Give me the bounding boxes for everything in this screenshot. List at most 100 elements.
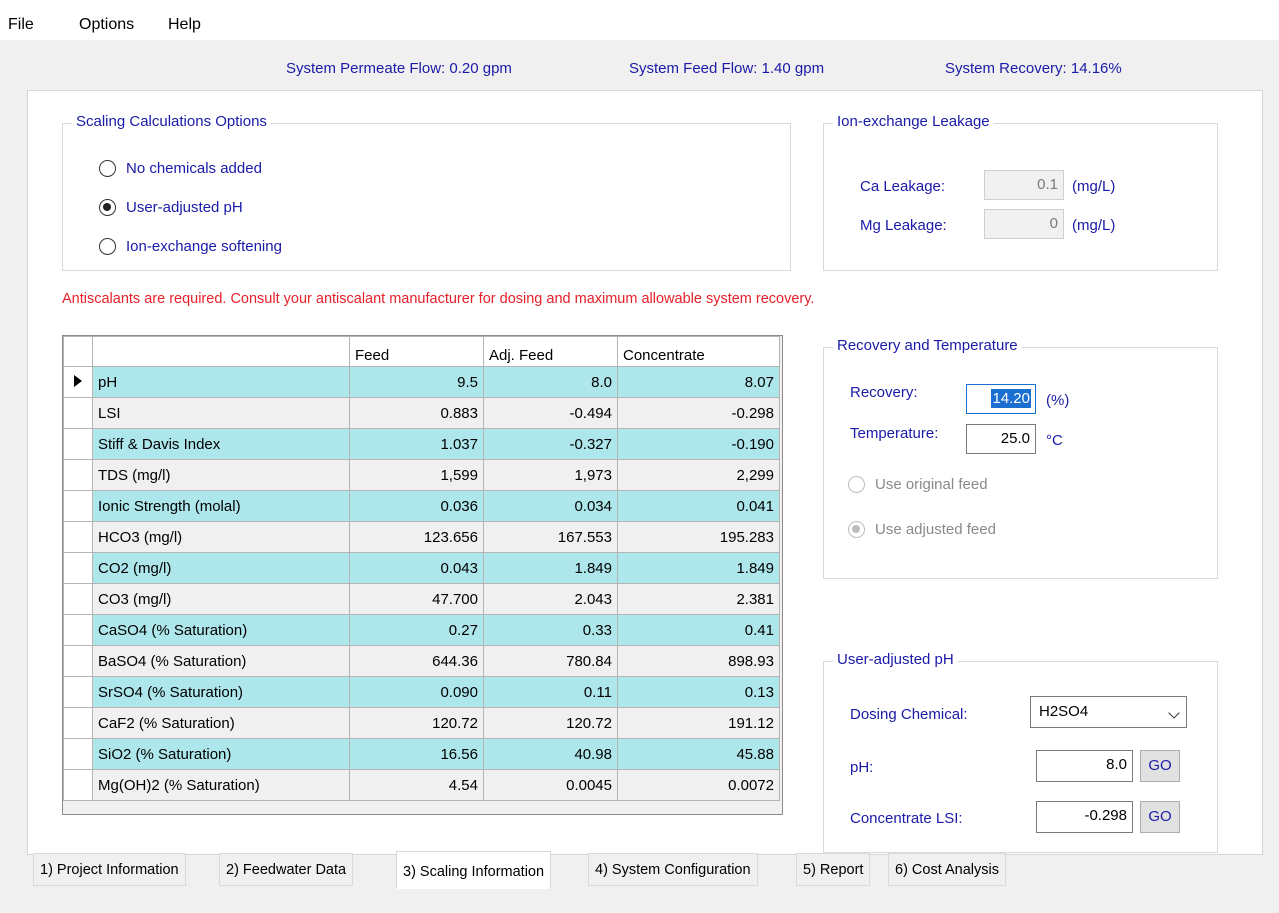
table-cell[interactable]: pH	[92, 366, 350, 398]
tab-feedwater-data[interactable]: 2) Feedwater Data	[219, 853, 354, 886]
radio-use-original-feed[interactable]: Use original feed	[848, 476, 988, 493]
table-cell[interactable]: 8.0	[483, 366, 618, 398]
table-cell[interactable]: 4.54	[349, 769, 484, 801]
table-cell[interactable]: 16.56	[349, 738, 484, 770]
table-row[interactable]: LSI 0.883 -0.494 -0.298	[63, 397, 780, 429]
table-row[interactable]: Ionic Strength (molal) 0.036 0.034 0.041	[63, 490, 780, 522]
dosing-chemical-select[interactable]: H2SO4	[1030, 696, 1187, 728]
table-cell[interactable]: 167.553	[483, 521, 618, 553]
ca-leakage-field[interactable]: 0.1	[984, 170, 1064, 200]
table-cell[interactable]: Ionic Strength (molal)	[92, 490, 350, 522]
table-row[interactable]: SiO2 (% Saturation) 16.56 40.98 45.88	[63, 738, 780, 770]
table-cell[interactable]: 195.283	[617, 521, 780, 553]
table-cell[interactable]: 2,299	[617, 459, 780, 491]
table-cell[interactable]: 8.07	[617, 366, 780, 398]
tab-report[interactable]: 5) Report	[796, 853, 871, 886]
table-cell[interactable]: CaSO4 (% Saturation)	[92, 614, 350, 646]
radio-ion-exchange[interactable]: Ion-exchange softening	[99, 238, 282, 255]
table-cell[interactable]: 0.043	[349, 552, 484, 584]
table-row[interactable]: SrSO4 (% Saturation) 0.090 0.11 0.13	[63, 676, 780, 708]
table-cell[interactable]: 1.037	[349, 428, 484, 460]
table-cell[interactable]: 0.041	[617, 490, 780, 522]
table-cell[interactable]: 45.88	[617, 738, 780, 770]
table-cell[interactable]: 0.034	[483, 490, 618, 522]
table-row[interactable]: pH 9.5 8.0 8.07	[63, 366, 780, 398]
table-cell[interactable]: 191.12	[617, 707, 780, 739]
mg-leakage-field[interactable]: 0	[984, 209, 1064, 239]
table-cell[interactable]: 0.33	[483, 614, 618, 646]
table-cell[interactable]: 898.93	[617, 645, 780, 677]
radio-no-chemicals[interactable]: No chemicals added	[99, 160, 262, 177]
table-cell[interactable]: 0.13	[617, 676, 780, 708]
table-cell[interactable]: 0.090	[349, 676, 484, 708]
table-cell[interactable]: 9.5	[349, 366, 484, 398]
table-cell[interactable]: 0.11	[483, 676, 618, 708]
table-cell[interactable]: Mg(OH)2 (% Saturation)	[92, 769, 350, 801]
table-cell[interactable]: TDS (mg/l)	[92, 459, 350, 491]
table-cell[interactable]: 1,599	[349, 459, 484, 491]
tab-scaling-information[interactable]: 3) Scaling Information	[396, 851, 552, 889]
radio-user-adjusted-ph[interactable]: User-adjusted pH	[99, 199, 243, 216]
menu-file[interactable]: File	[8, 16, 34, 34]
table-row[interactable]: TDS (mg/l) 1,599 1,973 2,299	[63, 459, 780, 491]
table-row[interactable]: Mg(OH)2 (% Saturation) 4.54 0.0045 0.007…	[63, 769, 780, 801]
table-row[interactable]: HCO3 (mg/l) 123.656 167.553 195.283	[63, 521, 780, 553]
table-cell[interactable]: -0.298	[617, 397, 780, 429]
tab-system-configuration[interactable]: 4) System Configuration	[588, 853, 758, 886]
table-cell[interactable]: -0.494	[483, 397, 618, 429]
table-cell[interactable]: CO2 (mg/l)	[92, 552, 350, 584]
table-cell[interactable]: 1,973	[483, 459, 618, 491]
table-cell[interactable]: 0.0045	[483, 769, 618, 801]
table-cell[interactable]: 1.849	[617, 552, 780, 584]
table-cell[interactable]: CaF2 (% Saturation)	[92, 707, 350, 739]
table-cell[interactable]: 120.72	[349, 707, 484, 739]
table-cell[interactable]: HCO3 (mg/l)	[92, 521, 350, 553]
table-cell[interactable]: LSI	[92, 397, 350, 429]
menu-options[interactable]: Options	[79, 16, 134, 34]
ph-input[interactable]: 8.0	[1036, 750, 1133, 782]
feed-flow-readout: System Feed Flow: 1.40 gpm	[629, 60, 825, 77]
table-row[interactable]: Stiff & Davis Index 1.037 -0.327 -0.190	[63, 428, 780, 460]
radio-use-adjusted-feed[interactable]: Use adjusted feed	[848, 521, 996, 538]
menu-help[interactable]: Help	[168, 16, 201, 34]
tab-cost-analysis[interactable]: 6) Cost Analysis	[888, 853, 1006, 886]
column-header-concentrate[interactable]: Concentrate	[617, 336, 780, 367]
table-cell[interactable]: 2.381	[617, 583, 780, 615]
table-cell[interactable]: CO3 (mg/l)	[92, 583, 350, 615]
permeate-flow-readout: System Permeate Flow: 0.20 gpm	[286, 60, 512, 77]
table-cell[interactable]: -0.190	[617, 428, 780, 460]
recovery-input[interactable]: 14.20	[966, 384, 1036, 414]
table-cell[interactable]: 0.41	[617, 614, 780, 646]
lsi-go-button[interactable]: GO	[1140, 801, 1180, 833]
table-row[interactable]: CaF2 (% Saturation) 120.72 120.72 191.12	[63, 707, 780, 739]
table-cell[interactable]: 1.849	[483, 552, 618, 584]
temperature-input[interactable]: 25.0	[966, 424, 1036, 454]
table-cell[interactable]: 0.27	[349, 614, 484, 646]
table-cell[interactable]: 123.656	[349, 521, 484, 553]
table-row[interactable]: CO3 (mg/l) 47.700 2.043 2.381	[63, 583, 780, 615]
table-cell[interactable]: 0.0072	[617, 769, 780, 801]
ph-label: pH:	[850, 759, 874, 776]
table-cell[interactable]: 0.883	[349, 397, 484, 429]
tab-project-information[interactable]: 1) Project Information	[33, 853, 186, 886]
column-header-feed[interactable]: Feed	[349, 336, 484, 367]
column-header-adj-feed[interactable]: Adj. Feed	[483, 336, 618, 367]
table-cell[interactable]: Stiff & Davis Index	[92, 428, 350, 460]
table-row[interactable]: CaSO4 (% Saturation) 0.27 0.33 0.41	[63, 614, 780, 646]
concentrate-lsi-input[interactable]: -0.298	[1036, 801, 1133, 833]
table-cell[interactable]: 40.98	[483, 738, 618, 770]
table-cell[interactable]: -0.327	[483, 428, 618, 460]
table-cell[interactable]: 2.043	[483, 583, 618, 615]
table-row[interactable]: CO2 (mg/l) 0.043 1.849 1.849	[63, 552, 780, 584]
table-cell[interactable]: SiO2 (% Saturation)	[92, 738, 350, 770]
table-cell[interactable]: 644.36	[349, 645, 484, 677]
ph-go-button[interactable]: GO	[1140, 750, 1180, 782]
scaling-results-grid[interactable]: Feed Adj. Feed Concentrate pH 9.5 8.0 8.…	[62, 335, 783, 815]
table-cell[interactable]: SrSO4 (% Saturation)	[92, 676, 350, 708]
table-cell[interactable]: 47.700	[349, 583, 484, 615]
table-cell[interactable]: BaSO4 (% Saturation)	[92, 645, 350, 677]
table-cell[interactable]: 120.72	[483, 707, 618, 739]
table-cell[interactable]: 780.84	[483, 645, 618, 677]
table-cell[interactable]: 0.036	[349, 490, 484, 522]
table-row[interactable]: BaSO4 (% Saturation) 644.36 780.84 898.9…	[63, 645, 780, 677]
